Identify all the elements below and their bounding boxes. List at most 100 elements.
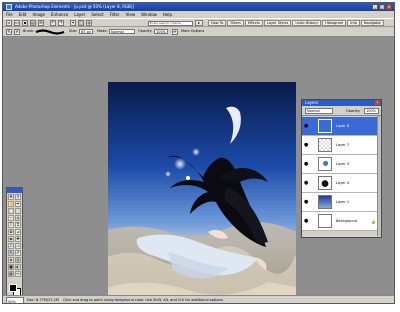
layer-opacity-field[interactable]: 100% bbox=[364, 108, 379, 114]
menu-select[interactable]: Select bbox=[91, 11, 103, 18]
impressionist-brush-icon[interactable]: ✐ bbox=[14, 29, 20, 35]
zoom-tool-icon[interactable]: ⚲ bbox=[15, 194, 21, 200]
eye-icon[interactable]: ● bbox=[304, 162, 308, 167]
menu-view[interactable]: View bbox=[126, 11, 136, 18]
options-bar: ✎ ✐ Brush: Size: 65 px Mode: Normal Opac… bbox=[3, 27, 394, 37]
layer-row-layer-7[interactable]: ● Layer 7 bbox=[302, 136, 381, 155]
layer-name: Background bbox=[336, 219, 357, 223]
redo-icon[interactable]: ↷ bbox=[58, 20, 64, 26]
eye-icon[interactable]: ● bbox=[304, 181, 308, 186]
marquee-tool-icon[interactable]: ⬚ bbox=[8, 208, 14, 214]
eyedropper-tool-icon[interactable]: ✒ bbox=[15, 201, 21, 207]
blur-tool-icon[interactable]: ◐ bbox=[15, 264, 21, 270]
move-tool-icon[interactable]: ✥ bbox=[8, 194, 14, 200]
lock-icon: 🔒 bbox=[371, 219, 376, 224]
selection-brush-tool-icon[interactable]: ◍ bbox=[15, 215, 21, 221]
brush-icon[interactable]: ✎ bbox=[6, 29, 12, 35]
search-input[interactable]: Enter search criteria bbox=[148, 21, 193, 26]
document-canvas[interactable] bbox=[108, 82, 296, 304]
layer-row-background[interactable]: ● Background 🔒 bbox=[302, 212, 381, 231]
layers-scrollbar[interactable] bbox=[377, 116, 381, 236]
airbrush-icon[interactable]: ✈ bbox=[172, 29, 178, 35]
cookie-cutter-tool-icon[interactable]: ✿ bbox=[8, 229, 14, 235]
search-go-icon[interactable]: ▸ bbox=[195, 20, 203, 26]
maximize-button[interactable]: □ bbox=[379, 4, 385, 10]
healing-brush-tool-icon[interactable]: ✚ bbox=[15, 236, 21, 242]
layer-name: Layer 8 bbox=[336, 124, 350, 128]
crop-tool-icon[interactable]: ⌗ bbox=[15, 222, 21, 228]
menu-file[interactable]: File bbox=[6, 11, 13, 18]
app-icon bbox=[6, 4, 12, 10]
sponge-tool-icon[interactable]: ▩ bbox=[8, 271, 14, 277]
tab-filters[interactable]: Filters bbox=[227, 20, 244, 26]
tab-info[interactable]: Info bbox=[347, 20, 360, 26]
tab-effects[interactable]: Effects bbox=[244, 20, 263, 26]
gradient-tool-icon[interactable]: ▥ bbox=[15, 257, 21, 263]
eye-icon[interactable]: ● bbox=[304, 200, 308, 205]
type-tool-icon[interactable]: T bbox=[8, 222, 14, 228]
close-button[interactable]: × bbox=[386, 4, 392, 10]
save-icon[interactable]: ▪ bbox=[22, 20, 28, 26]
undo-icon[interactable]: ↶ bbox=[50, 20, 56, 26]
web-icon[interactable]: ◍ bbox=[86, 20, 92, 26]
menu-filter[interactable]: Filter bbox=[110, 11, 120, 18]
foreground-color-swatch[interactable] bbox=[9, 284, 17, 292]
layer-row-layer-5[interactable]: ● Layer 5 bbox=[302, 155, 381, 174]
tab-layer-styles[interactable]: Layer Styles bbox=[263, 20, 292, 26]
smart-brush-tool-icon[interactable]: ✐ bbox=[15, 250, 21, 256]
brush-tool-icon[interactable]: ✎ bbox=[8, 250, 14, 256]
layers-palette: Layers × Normal Opacity: 100% ● Layer 8 … bbox=[301, 99, 382, 238]
brush-label: Brush: bbox=[23, 29, 35, 33]
lasso-tool-icon[interactable]: ◌ bbox=[15, 208, 21, 214]
eye-icon[interactable]: ● bbox=[304, 143, 308, 148]
status-hint: Click and drag to paint using foreground… bbox=[63, 298, 224, 302]
menu-help[interactable]: Help bbox=[163, 11, 172, 18]
palette-well: How To Filters Effects Layer Styles Undo… bbox=[208, 20, 384, 26]
layers-controls: Normal Opacity: 100% bbox=[302, 106, 381, 116]
new-file-icon[interactable]: ▫ bbox=[6, 20, 12, 26]
layer-row-layer-1[interactable]: ● Layer 1 bbox=[302, 193, 381, 212]
window-title: Adobe Photoshop Elements - [p.psd @ 50% … bbox=[15, 4, 134, 9]
toolbox: ✥ ⚲ ✋ ✒ ⬚ ◌ ✧ ◍ T ⌗ ✿ ⊿ ◉ ✚ ⎍ ▱ ✎ ✐ ◈ ▥ … bbox=[6, 187, 23, 299]
mode-select[interactable]: Normal bbox=[109, 29, 135, 34]
menu-layer[interactable]: Layer bbox=[74, 11, 85, 18]
magic-wand-tool-icon[interactable]: ✧ bbox=[8, 215, 14, 221]
layer-name: Layer 4 bbox=[336, 181, 350, 185]
tab-histogram[interactable]: Histogram bbox=[322, 20, 347, 26]
close-icon[interactable]: × bbox=[375, 100, 380, 105]
email-icon[interactable]: ✉ bbox=[38, 20, 44, 26]
more-options-label[interactable]: More Options bbox=[181, 29, 204, 34]
shape-tool-icon[interactable]: ■ bbox=[8, 264, 14, 270]
tab-undo-history[interactable]: Undo History bbox=[292, 20, 322, 26]
pencil-tool-icon[interactable]: ✏ bbox=[15, 271, 21, 277]
opacity-field[interactable]: 100% bbox=[154, 29, 168, 34]
menu-image[interactable]: Image bbox=[32, 11, 45, 18]
print-icon[interactable]: ▤ bbox=[30, 20, 36, 26]
layer-row-layer-4[interactable]: ● Layer 4 bbox=[302, 174, 381, 193]
layer-thumbnail bbox=[318, 119, 332, 133]
hand-tool-icon[interactable]: ✋ bbox=[8, 201, 14, 207]
tab-how-to[interactable]: How To bbox=[208, 20, 227, 26]
tab-navigator[interactable]: Navigator bbox=[360, 20, 384, 26]
menu-edit[interactable]: Edit bbox=[19, 11, 27, 18]
paint-bucket-tool-icon[interactable]: ◈ bbox=[8, 257, 14, 263]
layer-thumbnail bbox=[318, 138, 332, 152]
menu-window[interactable]: Window bbox=[141, 11, 157, 18]
red-eye-tool-icon[interactable]: ◉ bbox=[8, 236, 14, 242]
minimize-button[interactable]: _ bbox=[372, 4, 378, 10]
browser-icon[interactable]: ◫ bbox=[78, 20, 84, 26]
zoom-field[interactable]: 50% bbox=[6, 297, 24, 303]
straighten-tool-icon[interactable]: ⊿ bbox=[15, 229, 21, 235]
eraser-tool-icon[interactable]: ▱ bbox=[15, 243, 21, 249]
eye-icon[interactable]: ● bbox=[304, 219, 308, 224]
size-field[interactable]: 65 px bbox=[79, 29, 93, 34]
open-file-icon[interactable]: ▭ bbox=[14, 20, 20, 26]
clone-stamp-tool-icon[interactable]: ⎍ bbox=[8, 243, 14, 249]
layer-row-layer-8[interactable]: ● Layer 8 bbox=[302, 117, 381, 136]
quick-fix-icon[interactable]: ✦ bbox=[70, 20, 76, 26]
eye-icon[interactable]: ● bbox=[304, 124, 308, 129]
blend-mode-select[interactable]: Normal bbox=[305, 108, 333, 114]
brush-preview[interactable] bbox=[35, 29, 65, 35]
menu-enhance[interactable]: Enhance bbox=[51, 11, 68, 18]
shortcuts-bar: ▫ ▭ ▪ ▤ ✉ ↶ ↷ ✦ ◫ ◍ Enter search criteri… bbox=[3, 18, 394, 27]
